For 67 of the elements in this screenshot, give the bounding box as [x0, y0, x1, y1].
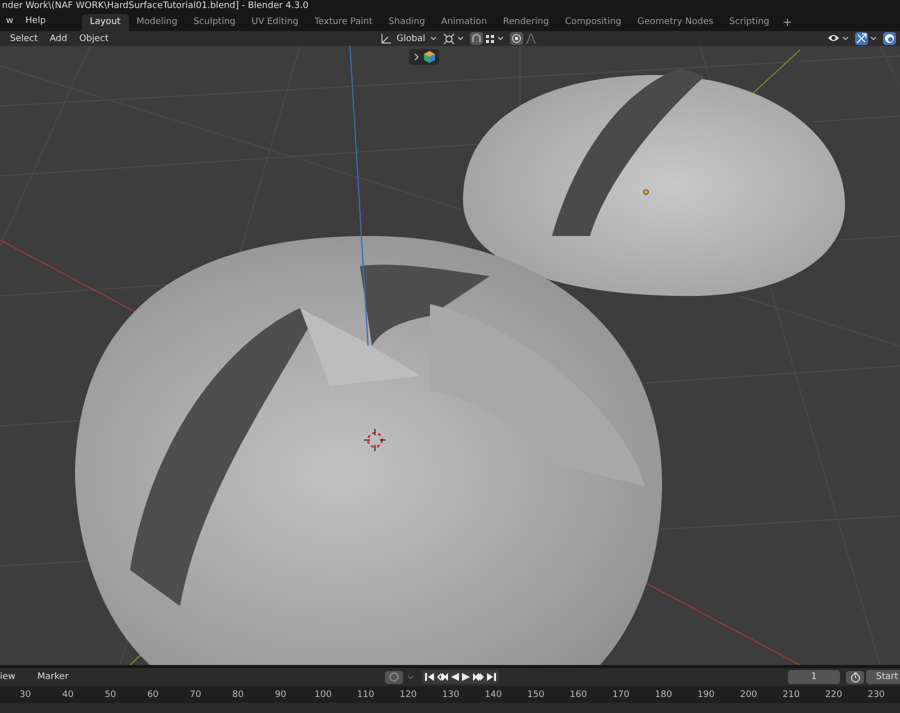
- frame-number: 210: [782, 690, 801, 700]
- workspace-tab[interactable]: Layout: [82, 14, 129, 31]
- 3d-cursor-icon: [364, 428, 386, 452]
- frame-number: 50: [104, 690, 118, 700]
- workspace-tab[interactable]: Geometry Nodes: [629, 14, 722, 31]
- menu-item[interactable]: w: [0, 13, 20, 30]
- proportional-edit-toggle[interactable]: [510, 32, 524, 45]
- timeline-menu[interactable]: iew: [0, 672, 24, 682]
- start-frame-field[interactable]: Start: [866, 670, 900, 684]
- workspace-tab[interactable]: UV Editing: [244, 14, 306, 31]
- frame-number: 90: [274, 690, 288, 700]
- header-menu[interactable]: Object: [73, 34, 115, 44]
- frame-number: 170: [611, 690, 631, 700]
- workspace-tab[interactable]: Modeling: [128, 14, 186, 31]
- chevron-icon[interactable]: [457, 36, 464, 41]
- cube-icon: [424, 51, 434, 63]
- jump-start-icon[interactable]: [424, 672, 435, 682]
- frame-number: 130: [441, 690, 460, 700]
- frame-number: 120: [398, 690, 418, 700]
- chevron-icon[interactable]: [430, 36, 438, 41]
- frame-number: 180: [654, 690, 674, 700]
- frame-number: 190: [696, 690, 716, 700]
- auto-keying-button[interactable]: [384, 670, 403, 684]
- frame-number: 220: [824, 690, 844, 700]
- frame-number: 150: [526, 690, 546, 700]
- overlays-button[interactable]: [883, 32, 896, 45]
- chevron-icon[interactable]: [870, 36, 877, 41]
- workspace-tab[interactable]: Compositing: [556, 14, 630, 31]
- frame-number: 70: [188, 690, 202, 700]
- frame-number: 60: [146, 690, 160, 700]
- workspace-tab[interactable]: Shading: [380, 14, 434, 31]
- jump-end-icon[interactable]: [486, 672, 497, 682]
- frame-number: 160: [568, 690, 588, 700]
- play-icon[interactable]: [460, 672, 471, 682]
- header-menu[interactable]: Add: [44, 34, 74, 44]
- workspace-tab[interactable]: Animation: [433, 14, 495, 31]
- add-workspace-button[interactable]: +: [777, 14, 798, 31]
- chevron-icon[interactable]: [497, 36, 504, 41]
- frame-number: 110: [356, 690, 376, 700]
- origin-dot: [643, 189, 649, 195]
- frame-number: 100: [314, 690, 333, 700]
- workspace-tab[interactable]: Scripting: [721, 14, 778, 31]
- transform-orientation-icon[interactable]: [380, 32, 392, 44]
- pivot-icon[interactable]: [443, 32, 456, 44]
- window-title: nder Work\(NAF WORK\HardSurfaceTutorial01.blend] - Blender 4.3.0: [0, 0, 900, 12]
- workspace-tab[interactable]: Sculpting: [185, 14, 244, 31]
- header-menu[interactable]: Select: [4, 34, 44, 44]
- timeline-menu[interactable]: Marker: [23, 672, 77, 682]
- chevron-icon[interactable]: [842, 36, 849, 41]
- frame-number: 140: [484, 690, 503, 700]
- snap-toggle[interactable]: [470, 32, 484, 45]
- eye-icon[interactable]: [827, 33, 840, 44]
- frame-number: 230: [866, 690, 886, 700]
- menu-item[interactable]: Help: [19, 13, 52, 30]
- frame-number: 30: [18, 690, 32, 700]
- snap-grid-icon[interactable]: [485, 34, 496, 44]
- gizmo-toggle[interactable]: [855, 32, 868, 45]
- orientation-dropdown[interactable]: Global: [396, 34, 426, 44]
- frame-number: 80: [231, 690, 245, 700]
- workspace-tab[interactable]: Rendering: [494, 14, 557, 31]
- collection-toggle[interactable]: [409, 49, 439, 65]
- frame-number: 200: [738, 690, 758, 700]
- workspace-tab[interactable]: Texture Paint: [306, 14, 381, 31]
- frame-number: 40: [61, 690, 75, 700]
- play-reverse-icon[interactable]: [450, 672, 460, 682]
- current-frame-field[interactable]: 1: [788, 670, 840, 684]
- stopwatch-button[interactable]: [846, 670, 864, 684]
